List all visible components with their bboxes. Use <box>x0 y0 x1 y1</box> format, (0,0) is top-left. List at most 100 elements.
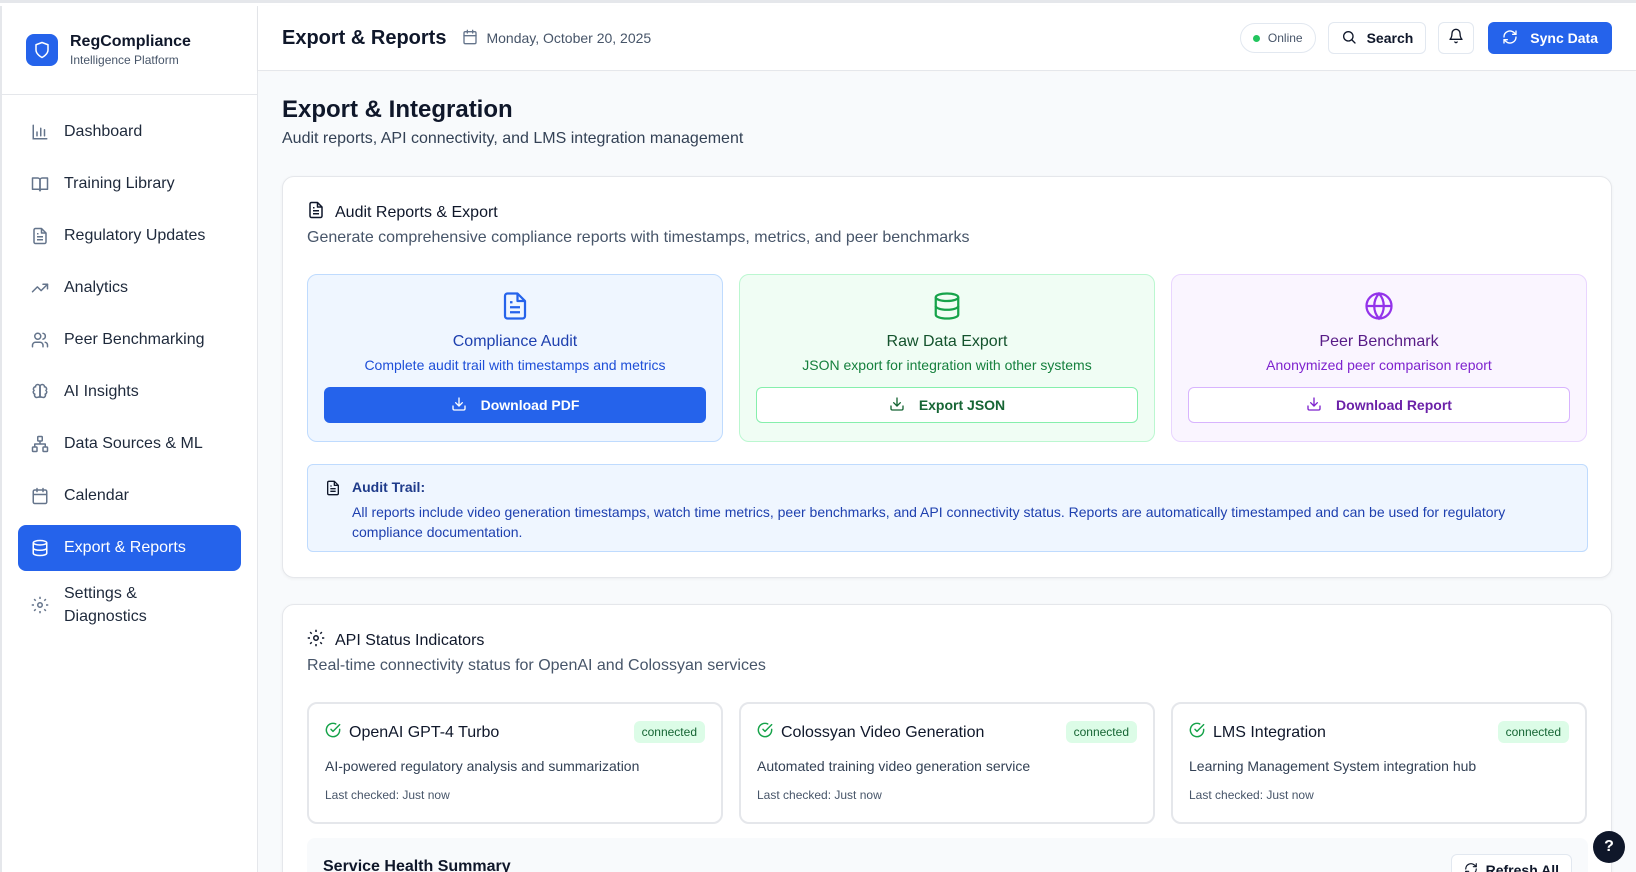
card-title: API Status Indicators <box>335 631 485 649</box>
file-text-icon <box>307 201 335 224</box>
date-text: Monday, October 20, 2025 <box>486 30 652 46</box>
service-health-title: Service Health Summary <box>323 858 511 872</box>
tile-description: JSON export for integration with other s… <box>802 357 1092 373</box>
sidebar-item-analytics[interactable]: Analytics <box>18 265 241 311</box>
audit-trail-text: All reports include video generation tim… <box>352 504 1506 540</box>
download-icon <box>889 396 919 415</box>
card-description: Real-time connectivity status for OpenAI… <box>307 657 766 674</box>
export-json-button[interactable]: Export JSON <box>756 387 1138 423</box>
brain-icon <box>30 382 50 402</box>
service-header: LMS Integration <box>1189 722 1326 743</box>
service-card-colossyan: Colossyan Video Generation connected Aut… <box>739 702 1155 824</box>
service-header: OpenAI GPT-4 Turbo <box>325 722 499 743</box>
tile-title: Raw Data Export <box>886 333 1008 350</box>
shield-icon <box>26 34 58 66</box>
sidebar-item-label: Dashboard <box>64 123 143 140</box>
refresh-icon <box>1464 862 1486 872</box>
check-circle-icon <box>1189 722 1213 743</box>
file-text-icon <box>308 291 722 321</box>
sidebar-item-label: Peer Benchmarking <box>64 331 205 348</box>
card-title: Audit Reports & Export <box>335 203 498 221</box>
app-window: RegCompliance Intelligence Platform Dash… <box>0 0 1636 872</box>
topbar-title: Export & Reports <box>282 26 447 49</box>
sidebar-item-regulatory-updates[interactable]: Regulatory Updates <box>18 213 241 259</box>
refresh-all-button[interactable]: Refresh All <box>1450 854 1572 872</box>
sidebar-item-label: Data Sources & ML <box>64 435 203 452</box>
tile-title: Peer Benchmark <box>1319 333 1439 350</box>
calendar-icon <box>30 486 50 506</box>
sidebar-item-training-library[interactable]: Training Library <box>18 161 241 207</box>
service-description: AI-powered regulatory analysis and summa… <box>325 758 640 774</box>
help-button[interactable]: ? <box>1593 831 1625 863</box>
peer-benchmark-tile: Peer Benchmark Anonymized peer compariso… <box>1171 274 1587 442</box>
card-header: Audit Reports & Export <box>307 201 498 224</box>
sidebar-item-label: Training Library <box>64 175 175 192</box>
sidebar-nav: Dashboard Training Library Regulatory Up… <box>2 95 257 653</box>
users-icon <box>30 330 50 350</box>
service-name: OpenAI GPT-4 Turbo <box>349 723 500 741</box>
service-description: Automated training video generation serv… <box>757 758 1031 774</box>
status-badge: connected <box>1497 721 1569 743</box>
globe-icon <box>1172 291 1586 321</box>
button-label: Download PDF <box>480 397 580 413</box>
page-title: Export & Integration <box>282 96 513 123</box>
file-text-icon <box>325 480 341 501</box>
sync-label: Sync Data <box>1530 30 1598 46</box>
gear-icon <box>30 595 50 615</box>
download-pdf-button[interactable]: Download PDF <box>324 387 706 423</box>
sidebar-item-label: Calendar <box>64 487 129 504</box>
sidebar-item-label: AI Insights <box>64 383 139 400</box>
api-status-card: API Status Indicators Real-time connecti… <box>282 604 1612 872</box>
service-name: Colossyan Video Generation <box>781 723 985 741</box>
card-header: API Status Indicators <box>307 629 484 652</box>
brand-title: RegCompliance <box>70 33 191 50</box>
button-label: Export JSON <box>918 397 1006 413</box>
page-subtitle: Audit reports, API connectivity, and LMS… <box>282 130 744 147</box>
refresh-label: Refresh All <box>1485 862 1559 872</box>
compliance-audit-tile: Compliance Audit Complete audit trail wi… <box>307 274 723 442</box>
tile-description: Anonymized peer comparison report <box>1266 357 1492 373</box>
search-icon <box>1341 29 1367 48</box>
sidebar-item-dashboard[interactable]: Dashboard <box>18 109 241 155</box>
network-icon <box>30 434 50 454</box>
trending-up-icon <box>30 278 50 298</box>
sidebar-item-settings[interactable]: Settings & Diagnostics <box>18 577 241 633</box>
raw-data-export-tile: Raw Data Export JSON export for integrat… <box>739 274 1155 442</box>
main-content: Export & Integration Audit reports, API … <box>258 72 1636 872</box>
status-badge: Online <box>1239 23 1316 53</box>
topbar: Export & Reports Monday, October 20, 202… <box>258 6 1636 71</box>
download-icon <box>1306 396 1336 415</box>
bell-icon <box>1448 28 1464 49</box>
bar-chart-icon <box>30 122 50 142</box>
sidebar-item-label: Regulatory Updates <box>64 227 206 244</box>
gear-icon <box>307 629 335 652</box>
card-description: Generate comprehensive compliance report… <box>307 229 970 246</box>
sidebar-item-label: Settings & Diagnostics <box>64 585 147 625</box>
status-badge: connected <box>1065 721 1137 743</box>
sync-data-button[interactable]: Sync Data <box>1488 22 1612 54</box>
topbar-actions: Online Search Sync Data <box>1239 22 1612 54</box>
tile-title: Compliance Audit <box>452 333 578 350</box>
sidebar-item-export-reports[interactable]: Export & Reports <box>18 525 241 571</box>
sidebar-item-calendar[interactable]: Calendar <box>18 473 241 519</box>
last-checked: Last checked: Just now <box>1189 788 1314 802</box>
topbar-date: Monday, October 20, 2025 <box>462 29 651 48</box>
sidebar-item-peer-benchmarking[interactable]: Peer Benchmarking <box>18 317 241 363</box>
sidebar-item-ai-insights[interactable]: AI Insights <box>18 369 241 415</box>
service-health-summary: Service Health Summary Refresh All <box>307 838 1588 872</box>
database-icon <box>740 291 1154 321</box>
last-checked: Last checked: Just now <box>325 788 450 802</box>
search-button[interactable]: Search <box>1327 22 1427 54</box>
book-open-icon <box>30 174 50 194</box>
sidebar-item-label: Export & Reports <box>64 539 186 556</box>
calendar-icon <box>462 29 486 48</box>
button-label: Download Report <box>1336 397 1452 413</box>
service-name: LMS Integration <box>1213 723 1326 741</box>
status-dot-icon <box>1252 34 1260 42</box>
status-text: Online <box>1267 31 1303 45</box>
sidebar-item-data-sources[interactable]: Data Sources & ML <box>18 421 241 467</box>
database-icon <box>30 538 50 558</box>
brand: RegCompliance Intelligence Platform <box>2 6 257 95</box>
download-report-button[interactable]: Download Report <box>1188 387 1570 423</box>
notifications-button[interactable] <box>1438 22 1475 54</box>
